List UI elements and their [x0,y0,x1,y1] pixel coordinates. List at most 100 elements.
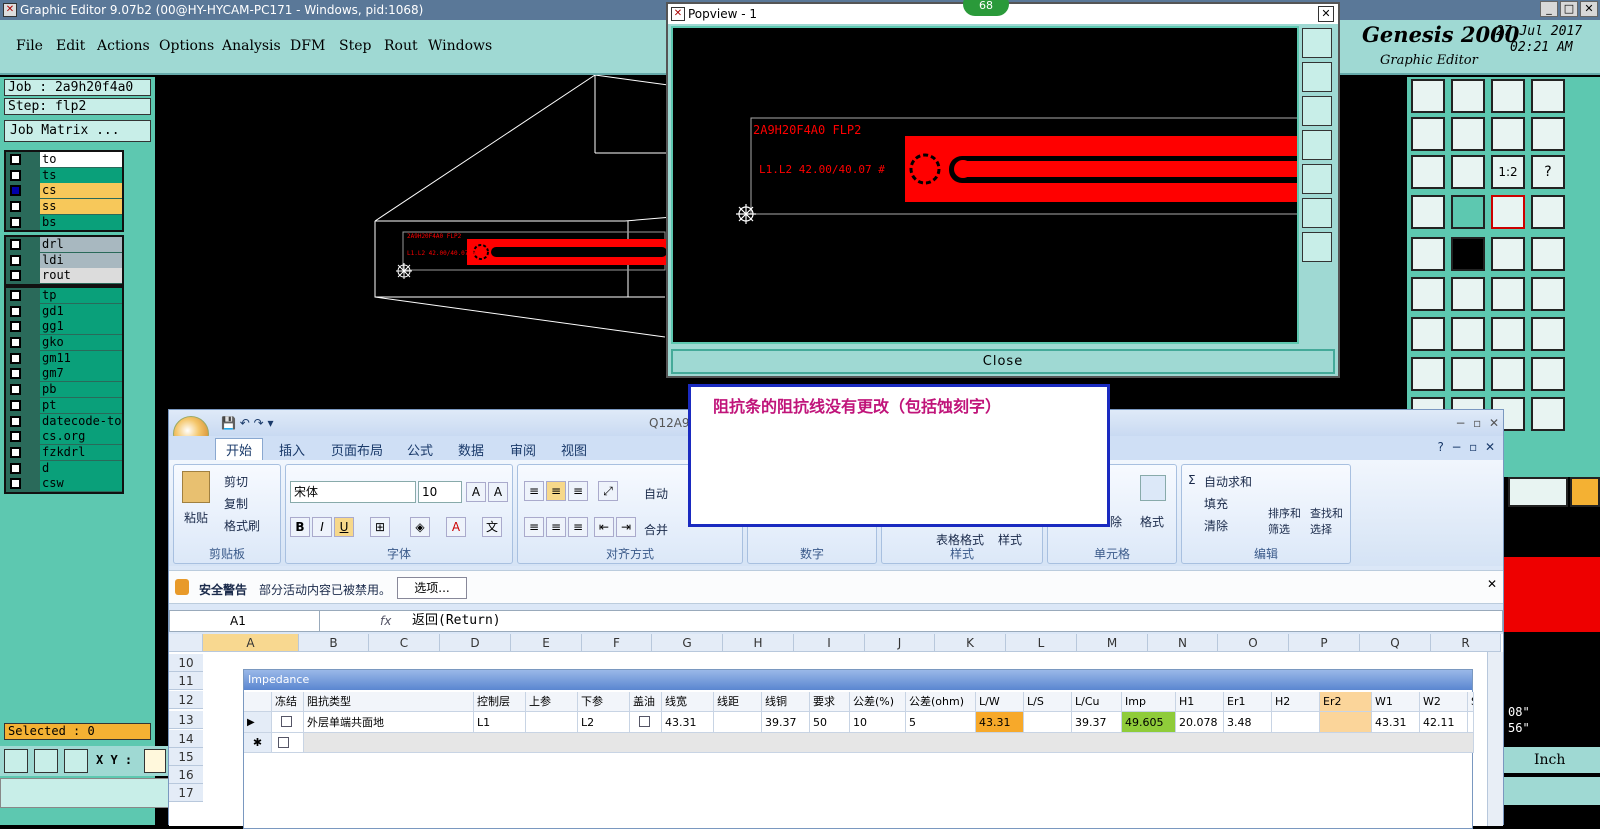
table-cell[interactable]: 3.48 [1224,712,1272,733]
layer-row[interactable]: to [6,152,122,168]
column-header[interactable]: H [723,634,794,652]
move-point-icon[interactable] [1491,277,1525,311]
table-cell[interactable]: 10 [850,712,906,733]
layer-checkbox[interactable] [10,270,21,282]
formula-input[interactable]: 返回(Return) [412,611,501,631]
delete-button[interactable]: 除 [1110,513,1122,530]
layer-checkbox[interactable] [10,431,21,443]
vertical-scrollbar[interactable] [1487,652,1503,826]
tab-view[interactable]: 视图 [561,440,587,459]
tool-d-icon[interactable] [1531,397,1565,431]
wrap-text-button[interactable]: 自动 [644,485,668,502]
layer-row[interactable]: cs.org [6,429,122,445]
new-row-checkbox-cell[interactable] [272,733,304,753]
indent-decrease-icon[interactable]: ⇤ [594,517,614,537]
pv-right-icon[interactable] [1302,164,1332,194]
layer-row[interactable]: fzkdrl [6,444,122,461]
pv-zoom-icon[interactable] [1302,28,1332,58]
layer-row[interactable]: gko [6,335,122,351]
home-icon[interactable] [1491,79,1525,113]
fit-icon[interactable] [1411,155,1445,189]
layer-checkbox[interactable] [10,415,21,427]
fill-button[interactable]: 填充 [1204,495,1228,512]
tab-page-layout[interactable]: 页面布局 [331,440,383,459]
split-icon[interactable] [1451,357,1485,391]
tab-insert[interactable]: 插入 [279,440,305,459]
sort-filter-button[interactable]: 排序和筛选 [1268,505,1308,537]
move-down-icon[interactable] [1451,79,1485,113]
column-header[interactable]: J [865,634,935,652]
layer-checkbox[interactable] [10,384,21,396]
border-icon[interactable]: ⊞ [370,517,390,537]
move-up-icon[interactable] [1411,79,1445,113]
move-point2-icon[interactable] [1531,277,1565,311]
move-left-icon[interactable] [1411,117,1445,151]
font-name-field[interactable]: 宋体 [290,481,416,503]
table-cell[interactable]: 5 [906,712,976,733]
column-header[interactable]: Q [1360,634,1431,652]
indent-increase-icon[interactable]: ⇥ [616,517,636,537]
layer-row[interactable]: pt [6,397,122,414]
fx-icon[interactable]: fx [380,611,391,631]
layer-row[interactable]: tp [6,288,122,304]
layer-checkbox[interactable] [10,399,21,411]
job-matrix-button[interactable]: Job Matrix ... [4,120,151,142]
quick-access-toolbar[interactable]: 💾 ↶ ↷ ▾ [221,410,274,436]
layer-checkbox[interactable] [10,185,21,197]
tab-formulas[interactable]: 公式 [407,440,433,459]
menu-analysis[interactable]: Analysis [222,38,281,54]
text-icon[interactable] [1531,317,1565,351]
mirror-icon[interactable] [1531,117,1565,151]
layer-row[interactable]: datecode-to [6,413,122,430]
row-header[interactable]: 14 [169,730,203,748]
format-cells-icon[interactable] [1140,475,1166,501]
pv-left-icon[interactable] [1302,130,1332,160]
security-close-icon[interactable]: ✕ [1487,577,1497,591]
line-icon[interactable] [1451,317,1485,351]
row-header[interactable]: 13 [169,711,203,729]
table-cell[interactable]: 43.31 [976,712,1024,733]
grow-font-icon[interactable]: A [466,482,486,502]
menu-options[interactable]: Options [159,38,214,54]
tab-home[interactable]: 开始 [215,438,264,460]
add-line-icon[interactable] [1451,237,1485,271]
menu-windows[interactable]: Windows [428,38,492,54]
row-header[interactable]: 11 [169,672,203,690]
column-header[interactable]: D [440,634,511,652]
align-top-icon[interactable]: ≡ [524,481,544,501]
merge-button[interactable]: 合并 [644,521,668,538]
layer-checkbox[interactable] [10,169,21,181]
layer-row[interactable]: d [6,460,122,477]
circle-icon[interactable] [1531,237,1565,271]
layer-row[interactable]: ts [6,167,122,184]
font-size-field[interactable]: 10 [418,481,462,503]
layer-checkbox[interactable] [10,216,21,228]
layer-row[interactable]: gm7 [6,366,122,382]
column-header[interactable]: G [652,634,723,652]
clear-button[interactable]: 清除 [1204,517,1228,534]
tab-data[interactable]: 数据 [458,440,484,459]
row-header[interactable]: 17 [169,784,203,802]
layer-checkbox[interactable] [10,352,21,364]
solder-mask-checkbox-cell[interactable] [630,712,662,733]
freeze-checkbox-cell[interactable] [272,712,304,733]
zoom-fit-icon[interactable] [4,749,28,773]
autosum-button[interactable]: 自动求和 [1204,473,1252,490]
menu-rout[interactable]: Rout [384,38,418,54]
align-right-icon[interactable]: ≡ [568,517,588,537]
align-left-icon[interactable]: ≡ [524,517,544,537]
layer-row[interactable]: csw [6,476,122,492]
pad-icon[interactable] [1411,357,1445,391]
layer-row[interactable]: gm11 [6,350,122,367]
pv-center-icon[interactable] [1302,232,1332,262]
table-cell[interactable] [714,712,762,733]
find-select-button[interactable]: 查找和选择 [1310,505,1350,537]
select-tool-icon[interactable] [1508,477,1568,507]
column-header[interactable]: E [511,634,582,652]
menu-edit[interactable]: Edit [56,38,85,54]
move-right-icon[interactable] [1451,117,1485,151]
table-cell[interactable]: L2 [578,712,630,733]
select-all-corner[interactable] [169,634,203,652]
layer-checkbox[interactable] [10,290,21,301]
layer-row[interactable]: gd1 [6,303,122,320]
